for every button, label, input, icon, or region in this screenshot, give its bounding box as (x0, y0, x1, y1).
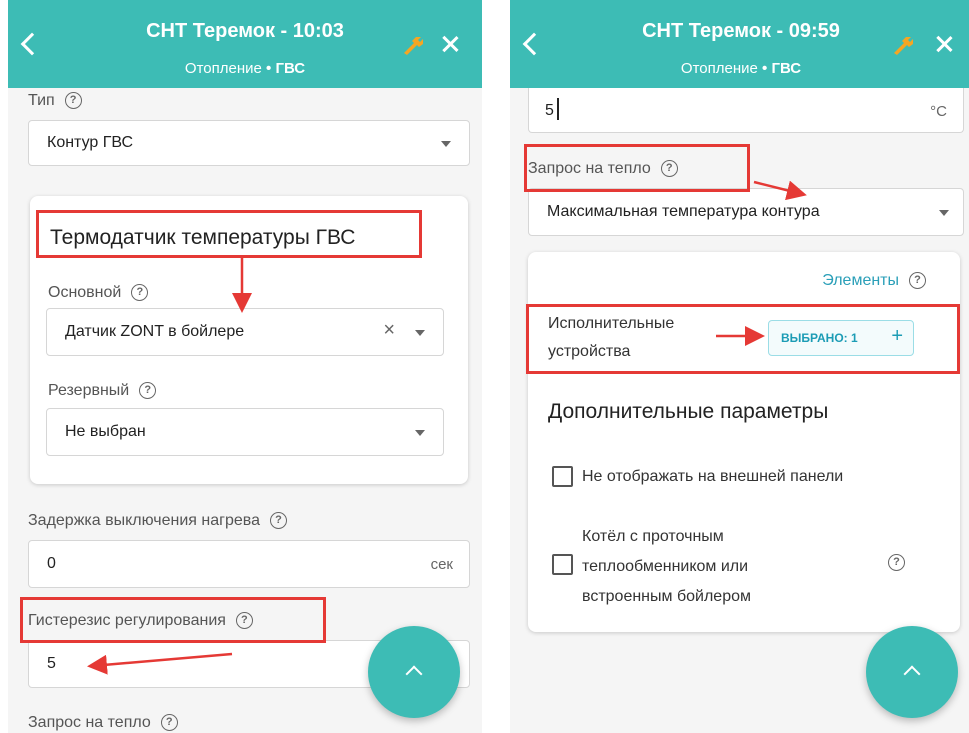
delay-unit: сек (430, 556, 453, 573)
type-value: Контур ГВС (47, 134, 134, 151)
hide-external-label: Не отображать на внешней панели (582, 468, 844, 485)
help-icon[interactable]: ? (64, 92, 82, 110)
help-icon[interactable]: ? (660, 160, 678, 178)
scroll-top-button[interactable] (368, 626, 460, 718)
type-label: Тип? (28, 92, 82, 110)
breadcrumb-separator: • (266, 60, 272, 77)
wrench-icon[interactable] (400, 34, 428, 56)
breadcrumb-heating[interactable]: Отопление (185, 60, 262, 77)
hysteresis-input[interactable]: 5 °C (528, 88, 964, 133)
heat-request-value: Максимальная температура контура (547, 203, 820, 220)
sensor-card: Термодатчик температуры ГВС Основной? Да… (30, 196, 468, 484)
breadcrumb-separator: • (762, 60, 768, 77)
dropdown-caret-icon (415, 430, 425, 436)
main-sensor-select[interactable]: Датчик ZONT в бойлере × (46, 308, 444, 356)
actuators-card: Элементы? Исполнительные устройства ВЫБР… (528, 252, 960, 632)
heat-request-select[interactable]: Максимальная температура контура (528, 188, 964, 236)
actuators-label-line2: устройства (548, 343, 631, 360)
dropdown-caret-icon (415, 330, 425, 336)
elements-link[interactable]: Элементы? (822, 272, 926, 290)
app-header: СНТ Теремок - 10:03 Отопление • ГВС (8, 0, 482, 88)
help-icon[interactable]: ? (160, 714, 178, 732)
help-icon[interactable]: ? (269, 512, 287, 530)
hysteresis-label: Гистерезис регулирования? (28, 612, 253, 630)
hysteresis-unit: °C (930, 103, 947, 120)
flow-boiler-line1: Котёл с проточным (582, 528, 724, 545)
flow-boiler-line3: встроенным бойлером (582, 588, 751, 605)
extra-params-title: Дополнительные параметры (548, 400, 829, 423)
close-icon[interactable] (438, 32, 462, 56)
hide-external-checkbox[interactable] (552, 466, 573, 487)
flow-boiler-line2: теплообменником или (582, 558, 749, 575)
actuators-label: Исполнительные устройства (548, 310, 674, 366)
clear-icon[interactable]: × (383, 319, 395, 342)
scroll-top-button[interactable] (866, 626, 958, 718)
help-icon[interactable]: ? (909, 272, 926, 290)
help-icon[interactable]: ? (235, 612, 253, 630)
close-icon[interactable] (932, 32, 956, 56)
heat-request-label: Запрос на тепло? (528, 160, 678, 178)
left-screen: СНТ Теремок - 10:03 Отопление • ГВС Тип?… (8, 0, 482, 733)
actuators-chip-label: ВЫБРАНО: 1 (781, 331, 858, 345)
dropdown-caret-icon (939, 210, 949, 216)
chevron-up-icon (405, 665, 423, 683)
actuators-selected-chip[interactable]: ВЫБРАНО: 1 + (768, 320, 914, 356)
reserve-sensor-label: Резервный? (48, 382, 157, 400)
delay-label: Задержка выключения нагрева? (28, 512, 287, 530)
hysteresis-value: 5 (47, 655, 56, 672)
breadcrumb-heating[interactable]: Отопление (681, 60, 758, 77)
add-icon[interactable]: + (891, 325, 903, 348)
header-breadcrumb: Отопление • ГВС (8, 60, 482, 77)
header-breadcrumb: Отопление • ГВС (510, 60, 969, 77)
heat-request-label: Запрос на тепло? (28, 714, 178, 732)
sensor-card-title: Термодатчик температуры ГВС (50, 226, 356, 249)
delay-value: 0 (47, 555, 56, 572)
actuators-label-line1: Исполнительные (548, 315, 675, 332)
main-sensor-label: Основной? (48, 284, 149, 302)
flow-boiler-checkbox[interactable] (552, 554, 573, 575)
breadcrumb-dhw: ГВС (771, 60, 802, 77)
wrench-icon[interactable] (890, 34, 918, 56)
dropdown-caret-icon (441, 141, 451, 147)
delay-input[interactable]: 0 сек (28, 540, 470, 588)
reserve-sensor-value: Не выбран (65, 423, 146, 440)
help-icon[interactable]: ? (131, 284, 149, 302)
chevron-up-icon (903, 665, 921, 683)
text-cursor (557, 98, 559, 120)
flow-boiler-label: Котёл с проточным теплообменником или вс… (582, 522, 751, 612)
hysteresis-value: 5 (545, 102, 554, 119)
help-icon[interactable]: ? (888, 554, 905, 571)
main-sensor-value: Датчик ZONT в бойлере (65, 323, 245, 340)
right-screen: СНТ Теремок - 09:59 Отопление • ГВС 5 °C… (510, 0, 969, 733)
breadcrumb-dhw: ГВС (275, 60, 306, 77)
reserve-sensor-select[interactable]: Не выбран (46, 408, 444, 456)
type-select[interactable]: Контур ГВС (28, 120, 470, 166)
help-icon[interactable]: ? (139, 382, 157, 400)
app-header: СНТ Теремок - 09:59 Отопление • ГВС (510, 0, 969, 88)
